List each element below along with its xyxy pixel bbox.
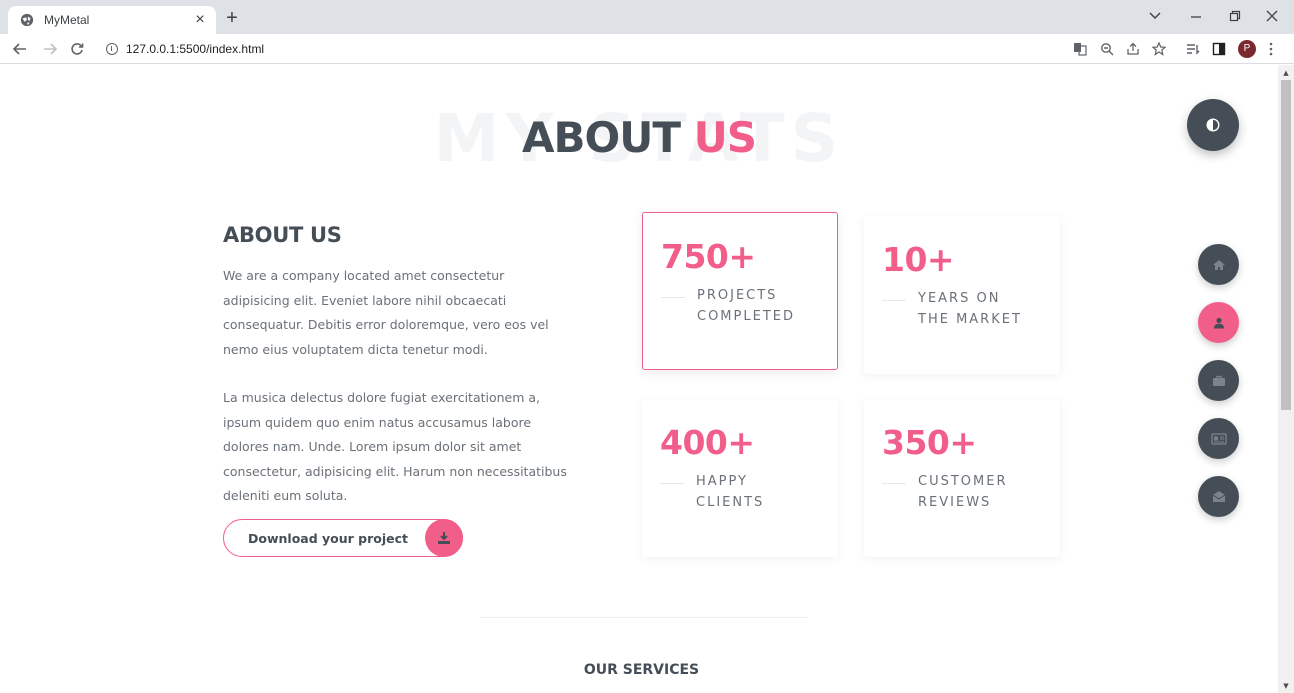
page-viewport: MY STATS ABOUT US ABOUT US We are a comp…	[0, 65, 1278, 693]
stat-divider	[882, 483, 906, 484]
stat-card-years: 10+ YEARS ON THE MARKET	[864, 216, 1060, 374]
services-heading: OUR SERVICES	[583, 662, 700, 678]
back-arrow-icon[interactable]	[12, 42, 28, 56]
tab-close-icon[interactable]: ×	[192, 12, 208, 28]
address-bar-row: 127.0.0.1:5500/index.html	[0, 34, 1294, 64]
title-main: ABOUT	[522, 113, 694, 162]
profile-avatar[interactable]: P	[1238, 40, 1256, 58]
browser-tab[interactable]: MyMetal ×	[8, 6, 216, 34]
theme-toggle-button[interactable]	[1187, 99, 1239, 151]
stat-label: CUSTOMER REVIEWS	[918, 471, 1007, 513]
stat-label: PROJECTS COMPLETED	[697, 285, 795, 327]
stat-divider	[882, 300, 906, 301]
stat-number: 750+	[661, 237, 756, 276]
scroll-down-arrow-icon[interactable]: ▼	[1281, 681, 1291, 691]
newspaper-icon	[1210, 432, 1227, 445]
browser-tab-strip: MyMetal × +	[0, 0, 1294, 34]
nav-blog-button[interactable]	[1198, 418, 1239, 459]
forward-arrow-icon[interactable]	[42, 42, 58, 56]
restore-icon[interactable]	[1229, 10, 1241, 22]
stat-card-clients: 400+ HAPPY CLIENTS	[642, 399, 838, 557]
stat-label-line1: YEARS ON	[918, 291, 1001, 306]
stat-divider	[661, 297, 685, 298]
section-divider	[480, 617, 808, 618]
stat-label-line2: THE MARKET	[918, 312, 1022, 327]
tab-search-chevron-icon[interactable]	[1148, 11, 1162, 21]
nav-about-button[interactable]	[1198, 302, 1239, 343]
about-paragraph-2: La musica delectus dolore fugiat exercit…	[223, 390, 567, 503]
reading-list-icon[interactable]	[1186, 42, 1200, 56]
window-close-icon[interactable]	[1266, 10, 1278, 22]
about-paragraph-1: We are a company located amet consectetu…	[223, 268, 549, 357]
stat-card-projects: 750+ PROJECTS COMPLETED	[642, 212, 838, 370]
page-title: ABOUT US	[0, 113, 1278, 163]
stat-label: YEARS ON THE MARKET	[918, 288, 1022, 330]
translate-icon[interactable]	[1073, 42, 1087, 56]
side-panel-icon[interactable]	[1212, 42, 1226, 56]
stat-label-line1: CUSTOMER	[918, 474, 1008, 489]
download-project-button[interactable]: Download your project	[223, 519, 463, 557]
envelope-open-icon	[1212, 491, 1225, 502]
nav-portfolio-button[interactable]	[1198, 360, 1239, 401]
home-icon	[1212, 259, 1225, 270]
site-info-icon[interactable]	[106, 43, 118, 55]
nav-contact-button[interactable]	[1198, 476, 1239, 517]
download-label: Download your project	[248, 530, 409, 546]
nav-home-button[interactable]	[1198, 244, 1239, 285]
stat-number: 400+	[660, 423, 755, 462]
tab-title: MyMetal	[44, 13, 90, 27]
title-accent: US	[693, 113, 757, 162]
scroll-up-arrow-icon[interactable]: ▲	[1281, 68, 1291, 78]
stat-label-line2: REVIEWS	[918, 495, 992, 510]
adjust-icon	[1206, 118, 1220, 132]
stat-label-line1: HAPPY	[696, 474, 749, 489]
stat-label: HAPPY CLIENTS	[696, 471, 764, 513]
zoom-icon[interactable]	[1100, 42, 1114, 56]
menu-kebab-icon[interactable]	[1268, 42, 1274, 56]
globe-icon	[20, 13, 34, 27]
new-tab-button[interactable]: +	[222, 8, 242, 28]
url-field[interactable]: 127.0.0.1:5500/index.html	[96, 37, 1066, 61]
reload-icon[interactable]	[70, 42, 84, 56]
stat-label-line2: CLIENTS	[696, 495, 765, 510]
stat-label-line2: COMPLETED	[697, 309, 795, 324]
scrollbar-thumb[interactable]	[1281, 80, 1291, 410]
stat-number: 350+	[882, 423, 977, 462]
stat-label-line1: PROJECTS	[697, 288, 778, 303]
stat-divider	[660, 483, 684, 484]
bookmark-star-icon[interactable]	[1152, 42, 1166, 56]
url-text: 127.0.0.1:5500/index.html	[126, 42, 265, 56]
share-icon[interactable]	[1126, 42, 1140, 56]
stat-card-reviews: 350+ CUSTOMER REVIEWS	[864, 399, 1060, 557]
stat-number: 10+	[882, 240, 955, 279]
minimize-icon[interactable]	[1190, 15, 1202, 19]
section-heading: MY STATS ABOUT US	[0, 101, 1278, 181]
user-icon	[1213, 317, 1224, 328]
download-icon	[425, 519, 463, 557]
briefcase-icon	[1212, 375, 1225, 386]
about-heading: ABOUT US	[223, 223, 342, 247]
